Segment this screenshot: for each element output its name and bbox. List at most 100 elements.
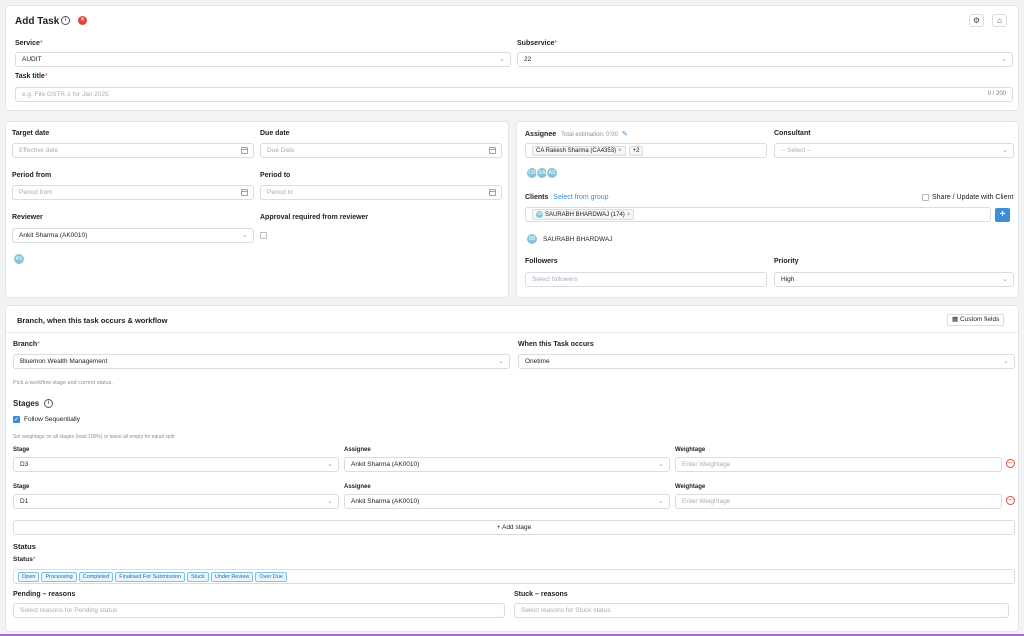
status-tag[interactable]: Completed — [78, 571, 114, 582]
service-select[interactable]: AUDIT ⌄ — [15, 52, 511, 67]
followers-label: Followers — [525, 258, 558, 265]
task-header-card: Add Task i ✕ ⚙ ⌂ Service* AUDIT ⌄ Subserv… — [5, 5, 1019, 111]
assignee-chip: CA Rakesh Sharma (CA4353) × — [532, 145, 626, 156]
stage-select[interactable]: D1 ⌄ — [13, 494, 339, 509]
assignee-more-badge[interactable]: +2 — [628, 145, 644, 156]
assignee-label: Assignee Total estimation: 0:00 ✎ — [525, 131, 628, 138]
reviewer-avatar: AS — [13, 253, 25, 265]
follow-sequentially-checkbox[interactable]: ✓ — [13, 416, 20, 423]
stage-assignee-select[interactable]: Ankit Sharma (AK0010) ⌄ — [344, 494, 670, 509]
status-tags-field[interactable]: Open Processing Completed Finalised For … — [13, 569, 1015, 584]
section-title: Branch, when this task occurs & workflow — [17, 316, 168, 325]
priority-select[interactable]: High ⌄ — [774, 272, 1014, 287]
chevron-down-icon: ⌄ — [658, 498, 664, 505]
approval-checkbox[interactable] — [260, 232, 267, 239]
workflow-card: Branch, when this task occurs & workflow… — [5, 305, 1019, 632]
status-tag[interactable]: Over Due — [255, 571, 287, 582]
priority-label: Priority — [774, 258, 799, 265]
weightage-label: Weightage — [675, 447, 706, 453]
occurs-label: When this Task occurs — [518, 341, 594, 348]
share-client-checkbox[interactable] — [922, 194, 929, 201]
target-date-label: Target date — [12, 130, 50, 137]
clients-select[interactable]: SB SAURABH BHARDWAJ (174) × — [525, 207, 991, 222]
chevron-down-icon: ⌄ — [499, 56, 505, 63]
calendar-icon — [241, 147, 248, 154]
custom-fields-button[interactable]: ▦ Custom fields — [947, 314, 1005, 326]
status-tag[interactable]: Under Review — [210, 571, 254, 582]
close-icon[interactable]: ✕ — [78, 16, 87, 25]
due-date-input[interactable]: Due Date — [260, 143, 502, 158]
chip-remove-icon[interactable]: × — [627, 212, 631, 218]
stage-assignee-label: Assignee — [344, 484, 371, 490]
workflow-hint: Pick a workflow stage and current status… — [13, 380, 113, 386]
stages-title: Stages — [13, 399, 40, 408]
client-chip-avatar: SB — [536, 211, 543, 218]
subservice-select[interactable]: 22 ⌄ — [517, 52, 1013, 67]
follow-sequentially-label: Follow Sequentially — [24, 416, 81, 423]
share-client-label: Share / Update with Client — [932, 194, 1014, 201]
stage-assignee-label: Assignee — [344, 447, 371, 453]
assignee-select[interactable]: CA Rakesh Sharma (CA4353) × +2 — [525, 143, 767, 158]
total-estimation: Total estimation: 0:00 — [561, 132, 618, 138]
section-divider — [6, 332, 1018, 333]
stage-label: Stage — [13, 484, 30, 490]
branch-select[interactable]: Bluemon Wealth Management ⌄ — [13, 354, 510, 369]
branch-label: Branch* — [13, 341, 40, 348]
consultant-select[interactable]: -- Select -- ⌄ — [774, 143, 1014, 158]
stages-info-icon[interactable]: i — [44, 399, 53, 408]
chip-remove-icon[interactable]: × — [618, 148, 622, 154]
reviewer-select[interactable]: Ankit Sharma (AK0010) ⌄ — [12, 228, 254, 243]
occurs-select[interactable]: Onetime ⌄ — [518, 354, 1015, 369]
weightage-input[interactable]: Enter Weightage — [675, 457, 1002, 472]
clients-label: Clients Select from group — [525, 194, 609, 201]
followers-select[interactable]: Select followers — [525, 272, 767, 287]
target-date-input[interactable]: Effective date — [12, 143, 254, 158]
calendar-icon — [241, 189, 248, 196]
period-to-label: Period to — [260, 172, 291, 179]
info-icon[interactable]: i — [61, 16, 70, 25]
select-from-group-link[interactable]: Select from group — [553, 194, 608, 201]
weightage-label: Weightage — [675, 484, 706, 490]
period-from-label: Period from — [12, 172, 52, 179]
chevron-down-icon: ⌄ — [1002, 276, 1008, 283]
approval-label: Approval required from reviewer — [260, 214, 369, 221]
weightage-hint: Set weightage on all stages (total 100%)… — [13, 434, 175, 440]
chevron-down-icon: ⌄ — [242, 232, 248, 239]
add-stage-button[interactable]: + Add stage — [13, 520, 1015, 535]
add-client-button[interactable]: + — [995, 208, 1010, 222]
stage-select[interactable]: D3 ⌄ — [13, 457, 339, 472]
task-title-label: Task title* — [15, 73, 48, 80]
edit-pencil-icon[interactable]: ✎ — [622, 131, 628, 138]
calendar-icon — [489, 147, 496, 154]
consultant-label: Consultant — [774, 130, 811, 137]
home-icon[interactable]: ⌂ — [992, 14, 1007, 27]
chevron-down-icon: ⌄ — [658, 461, 664, 468]
period-from-input[interactable]: Period from — [12, 185, 254, 200]
remove-stage-icon[interactable]: – — [1006, 496, 1015, 505]
page-title: Add Task — [15, 16, 60, 27]
subservice-label: Subservice* — [517, 40, 558, 47]
chevron-down-icon: ⌄ — [1002, 147, 1008, 154]
stuck-reasons-select[interactable]: Select reasons for Stuck status — [514, 603, 1009, 618]
status-tag[interactable]: Open — [18, 571, 40, 582]
pending-reasons-select[interactable]: Select reasons for Pending status — [13, 603, 505, 618]
remove-stage-icon[interactable]: – — [1006, 459, 1015, 468]
client-avatar: SB — [526, 233, 538, 245]
status-tag[interactable]: Finalised For Submission — [115, 571, 186, 582]
period-to-input[interactable]: Period to — [260, 185, 502, 200]
due-date-label: Due date — [260, 130, 290, 137]
dates-card: Target date Effective date Due date Due … — [5, 121, 509, 298]
status-tag[interactable]: Processing — [41, 571, 77, 582]
assignee-avatar-3: AS — [546, 167, 558, 179]
chevron-down-icon: ⌄ — [327, 498, 333, 505]
chevron-down-icon: ⌄ — [327, 461, 333, 468]
service-label: Service* — [15, 40, 43, 47]
status-tag[interactable]: Stuck — [187, 571, 209, 582]
chevron-down-icon: ⌄ — [1003, 358, 1009, 365]
stage-assignee-select[interactable]: Ankit Sharma (AK0010) ⌄ — [344, 457, 670, 472]
task-title-input[interactable]: e.g. File GSTR-1 for Jan 2025 0 / 200 — [15, 87, 1013, 102]
chevron-down-icon: ⌄ — [498, 358, 504, 365]
calendar-icon — [489, 189, 496, 196]
settings-gear-icon[interactable]: ⚙ — [969, 14, 984, 27]
weightage-input[interactable]: Enter Weightage — [675, 494, 1002, 509]
